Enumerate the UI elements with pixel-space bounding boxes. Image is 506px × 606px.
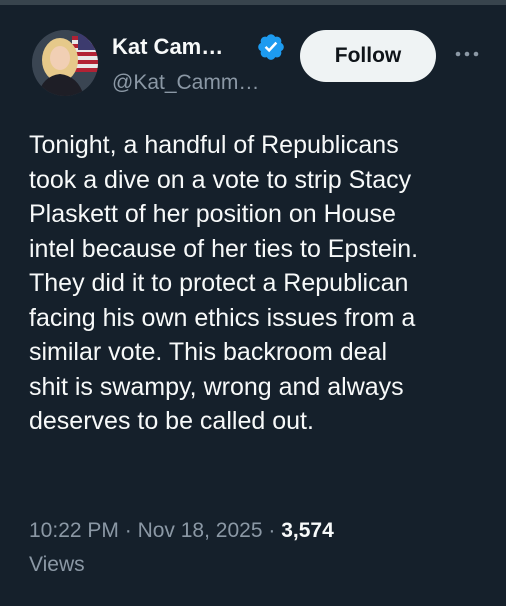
tweet-text-line: Tonight, a handful of Republicans [29, 131, 399, 159]
tweet-meta-line: 10:22 PM · Nov 18, 2025 · 3,574 [29, 514, 489, 548]
views-label: Views [29, 553, 85, 576]
meta-separator: · [124, 519, 132, 542]
tweet-text-line: deserves to be called out. [29, 407, 314, 435]
more-options-button[interactable] [452, 42, 482, 66]
tweet-text: Tonight, a handful of Republicans took a… [29, 128, 489, 439]
meta-separator: · [268, 519, 276, 542]
tweet-text-line: shit is swampy, wrong and always [29, 372, 404, 401]
tweet-text-line: facing his own ethics issues from a [29, 303, 416, 332]
verified-badge-icon[interactable] [256, 32, 286, 62]
top-border [0, 0, 506, 5]
follow-button[interactable]: Follow [300, 30, 436, 82]
avatar[interactable] [32, 30, 98, 96]
tweet-text-line: intel because of her ties to Epstein. [29, 234, 419, 263]
tweet-date[interactable]: Nov 18, 2025 [138, 519, 263, 542]
display-name[interactable]: Kat Cam… [112, 34, 223, 60]
user-handle[interactable]: @Kat_Camm… [112, 70, 259, 96]
tweet-meta: 10:22 PM · Nov 18, 2025 · 3,574 Views [29, 514, 489, 582]
ellipsis-icon [455, 51, 479, 57]
tweet-text-line: took a dive on a vote to strip Stacy [29, 165, 412, 194]
avatar-photo-icon [32, 30, 98, 96]
tweet-text-line: They did it to protect a Republican [29, 269, 409, 297]
tweet-text-line: similar vote. This backroom deal [29, 338, 388, 366]
tweet-time[interactable]: 10:22 PM [29, 519, 119, 542]
tweet-text-line: Plaskett of her position on House [29, 200, 396, 228]
views-count[interactable]: 3,574 [281, 519, 334, 542]
